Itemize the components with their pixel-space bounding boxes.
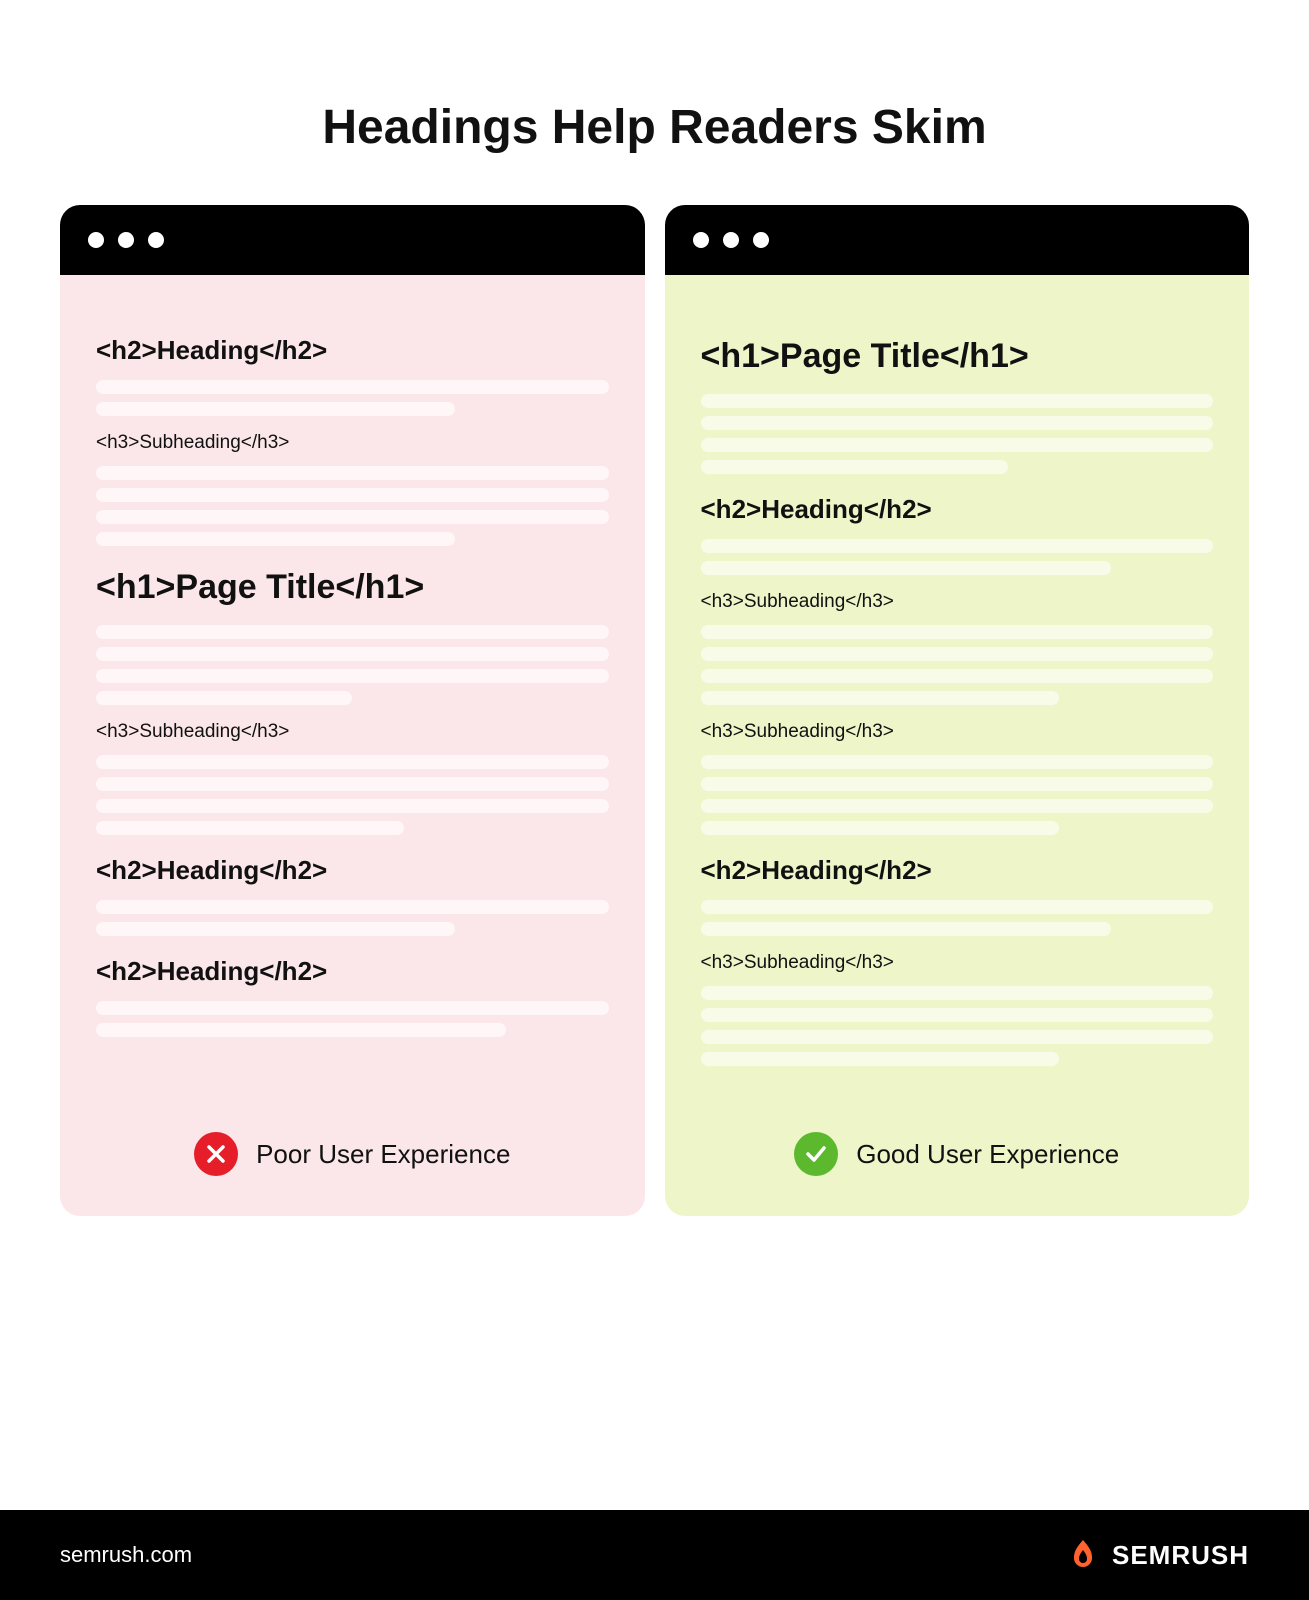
heading-sample-h3: <h3>Subheading</h3> (96, 721, 609, 743)
text-placeholder-bar (701, 647, 1214, 661)
window-dot-icon (88, 232, 104, 248)
heading-sample-h2: <h2>Heading</h2> (701, 855, 1214, 886)
heading-sample-h1: <h1>Page Title</h1> (701, 337, 1214, 376)
verdict-row: Good User Experience (665, 1104, 1250, 1216)
text-placeholder-bar (96, 922, 455, 936)
text-placeholder-bar (701, 460, 1009, 474)
brand-text: SEMRUSH (1112, 1540, 1249, 1571)
text-placeholder-bar (96, 669, 609, 683)
text-placeholder-bar (96, 799, 609, 813)
text-placeholder-bar (701, 394, 1214, 408)
text-placeholder-bar (701, 416, 1214, 430)
text-placeholder-bar (96, 488, 609, 502)
panel-poor: <h2>Heading</h2> <h3>Subheading</h3> <h1>P… (60, 205, 645, 1216)
verdict-label: Good User Experience (856, 1139, 1119, 1170)
text-placeholder-bar (701, 1030, 1214, 1044)
text-placeholder-bar (701, 986, 1214, 1000)
window-dot-icon (753, 232, 769, 248)
text-placeholder-bar (96, 691, 352, 705)
text-placeholder-bar (96, 647, 609, 661)
browser-titlebar (60, 205, 645, 275)
panel-body: <h1>Page Title</h1> <h2>Heading</h2> <h3>S… (665, 275, 1250, 1104)
heading-sample-h2: <h2>Heading</h2> (96, 855, 609, 886)
text-placeholder-bar (96, 532, 455, 546)
browser-titlebar (665, 205, 1250, 275)
text-placeholder-bar (701, 539, 1214, 553)
heading-sample-h2: <h2>Heading</h2> (96, 335, 609, 366)
text-placeholder-bar (701, 1008, 1214, 1022)
text-placeholder-bar (701, 691, 1060, 705)
heading-sample-h3: <h3>Subheading</h3> (701, 591, 1214, 613)
text-placeholder-bar (701, 1052, 1060, 1066)
text-placeholder-bar (96, 777, 609, 791)
text-placeholder-bar (701, 799, 1214, 813)
window-dot-icon (148, 232, 164, 248)
heading-sample-h3: <h3>Subheading</h3> (701, 721, 1214, 743)
check-icon (794, 1132, 838, 1176)
verdict-row: Poor User Experience (60, 1104, 645, 1216)
text-placeholder-bar (96, 821, 404, 835)
text-placeholder-bar (701, 755, 1214, 769)
heading-sample-h3: <h3>Subheading</h3> (701, 952, 1214, 974)
text-placeholder-bar (701, 922, 1111, 936)
infographic-canvas: Headings Help Readers Skim <h2>Heading</… (0, 0, 1309, 1600)
text-placeholder-bar (701, 821, 1060, 835)
text-placeholder-bar (96, 625, 609, 639)
x-icon (194, 1132, 238, 1176)
page-title: Headings Help Readers Skim (0, 0, 1309, 155)
heading-sample-h2: <h2>Heading</h2> (96, 956, 609, 987)
text-placeholder-bar (96, 380, 609, 394)
heading-sample-h1: <h1>Page Title</h1> (96, 568, 609, 607)
heading-sample-h3: <h3>Subheading</h3> (96, 432, 609, 454)
text-placeholder-bar (701, 900, 1214, 914)
text-placeholder-bar (96, 1001, 609, 1015)
text-placeholder-bar (96, 466, 609, 480)
text-placeholder-bar (96, 900, 609, 914)
panels-row: <h2>Heading</h2><h3>Subheading</h3><h1>P… (0, 155, 1309, 1216)
text-placeholder-bar (701, 561, 1111, 575)
window-dot-icon (723, 232, 739, 248)
text-placeholder-bar (96, 755, 609, 769)
text-placeholder-bar (701, 777, 1214, 791)
panel-body: <h2>Heading</h2> <h3>Subheading</h3> <h1>P… (60, 275, 645, 1104)
text-placeholder-bar (701, 625, 1214, 639)
window-dot-icon (693, 232, 709, 248)
text-placeholder-bar (96, 1023, 506, 1037)
text-placeholder-bar (701, 438, 1214, 452)
text-placeholder-bar (96, 510, 609, 524)
text-placeholder-bar (701, 669, 1214, 683)
flame-icon (1066, 1538, 1100, 1572)
brand-logo: SEMRUSH (1066, 1538, 1249, 1572)
text-placeholder-bar (96, 402, 455, 416)
footer-url: semrush.com (60, 1542, 192, 1568)
panel-good: <h1>Page Title</h1> <h2>Heading</h2> <h3>S… (665, 205, 1250, 1216)
window-dot-icon (118, 232, 134, 248)
verdict-label: Poor User Experience (256, 1139, 510, 1170)
heading-sample-h2: <h2>Heading</h2> (701, 494, 1214, 525)
footer-bar: semrush.com SEMRUSH (0, 1510, 1309, 1600)
